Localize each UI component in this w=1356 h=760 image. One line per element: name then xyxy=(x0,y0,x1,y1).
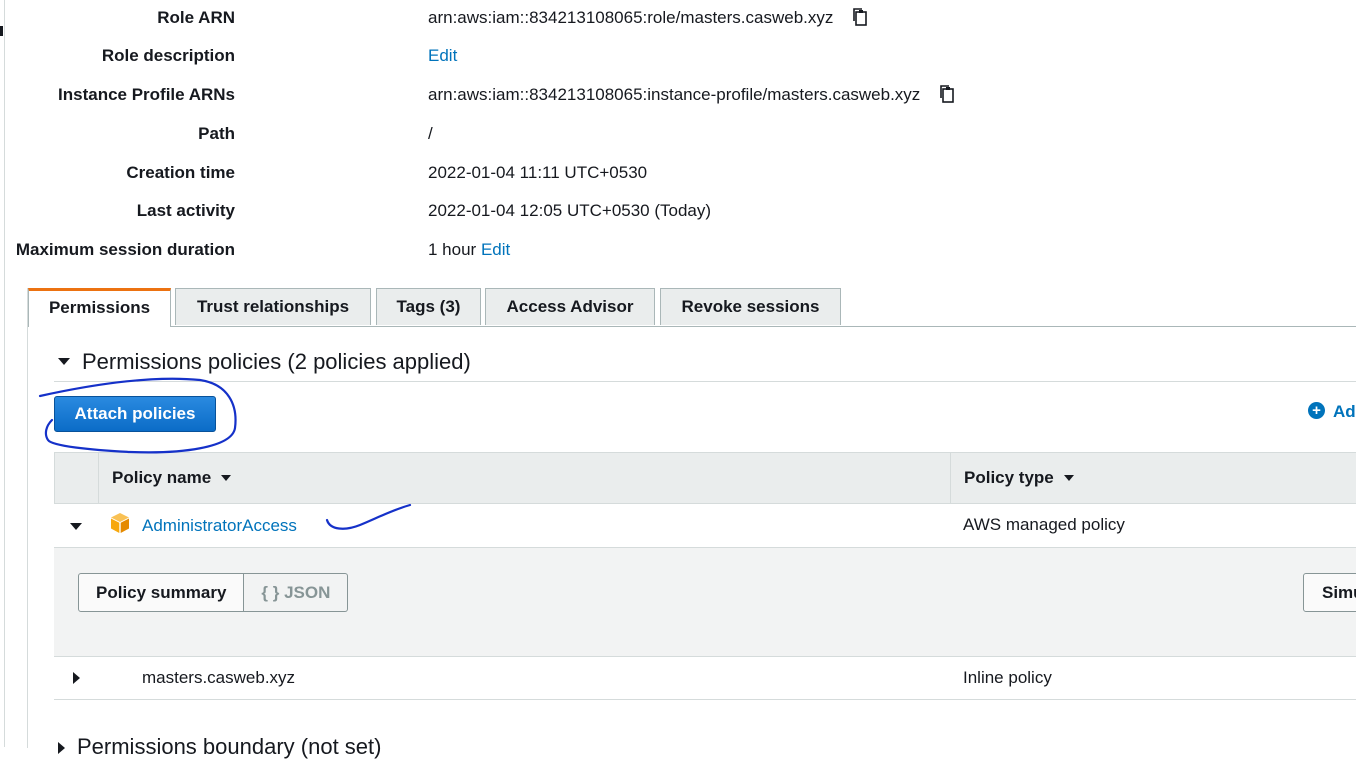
caret-right-icon xyxy=(58,742,65,754)
policy-detail-panel: Policy summary { } JSON Simu xyxy=(54,548,1356,657)
creation-time-label: Creation time xyxy=(126,163,235,182)
tab-bar: Permissions Trust relationships Tags (3)… xyxy=(28,288,1356,327)
copy-icon[interactable] xyxy=(850,7,870,27)
policy-name: masters.casweb.xyz xyxy=(142,668,296,687)
path-label: Path xyxy=(198,124,235,143)
max-session-text: 1 hour xyxy=(428,240,477,259)
sort-caret-icon xyxy=(1063,474,1074,481)
plus-circle-icon: + xyxy=(1308,402,1325,420)
column-header-policy-name[interactable]: Policy name xyxy=(112,453,232,503)
last-activity-label: Last activity xyxy=(136,201,235,220)
role-arn-value: arn:aws:iam::834213108065:role/masters.c… xyxy=(428,6,870,30)
section-divider xyxy=(54,381,1356,382)
caret-down-icon xyxy=(58,357,70,365)
role-description-label: Role description xyxy=(101,46,235,65)
role-arn-text: arn:aws:iam::834213108065:role/masters.c… xyxy=(428,8,834,27)
column-header-policy-type[interactable]: Policy type xyxy=(964,453,1074,503)
role-arn-label: Role ARN xyxy=(157,8,235,27)
path-value: / xyxy=(428,124,433,143)
row-role-description: Role description Edit xyxy=(0,44,1200,68)
add-inline-policy-label: Ad xyxy=(1333,402,1356,421)
row-creation-time: Creation time 2022-01-04 11:11 UTC+0530 xyxy=(0,161,1200,185)
instance-profile-value: arn:aws:iam::834213108065:instance-profi… xyxy=(428,83,957,107)
row-expander[interactable] xyxy=(54,669,98,689)
tab-access-advisor[interactable]: Access Advisor xyxy=(485,288,655,325)
permissions-policies-title: Permissions policies (2 policies applied… xyxy=(82,349,471,374)
table-header: Policy name Policy type xyxy=(54,452,1356,504)
row-max-session: Maximum session duration 1 hour Edit xyxy=(0,238,1200,262)
caret-right-icon xyxy=(72,672,80,684)
table-row: masters.casweb.xyz Inline policy xyxy=(54,657,1356,700)
add-inline-policy-link[interactable]: + Ad xyxy=(1308,402,1356,422)
max-session-label: Maximum session duration xyxy=(15,240,235,259)
json-button[interactable]: { } JSON xyxy=(244,573,349,612)
row-role-arn: Role ARN arn:aws:iam::834213108065:role/… xyxy=(0,6,1200,30)
creation-time-value: 2022-01-04 11:11 UTC+0530 xyxy=(428,163,648,182)
permissions-policies-header[interactable]: Permissions policies (2 policies applied… xyxy=(58,348,471,376)
tab-trust-relationships[interactable]: Trust relationships xyxy=(175,288,371,325)
last-activity-value: 2022-01-04 12:05 UTC+0530 (Today) xyxy=(428,201,712,220)
max-session-value: 1 hour Edit xyxy=(428,238,510,262)
row-last-activity: Last activity 2022-01-04 12:05 UTC+0530 … xyxy=(0,199,1200,223)
tab-revoke-sessions[interactable]: Revoke sessions xyxy=(660,288,841,325)
row-path: Path / xyxy=(0,122,1200,146)
policy-type: AWS managed policy xyxy=(963,515,1125,534)
simulate-policy-button[interactable]: Simu xyxy=(1303,573,1356,612)
left-border xyxy=(0,0,5,747)
column-policy-type-label: Policy type xyxy=(964,468,1054,487)
copy-icon[interactable] xyxy=(937,84,957,104)
policy-link[interactable]: AdministratorAccess xyxy=(142,514,297,538)
max-session-edit-link[interactable]: Edit xyxy=(481,240,510,259)
sort-caret-icon xyxy=(221,474,232,481)
row-instance-profile: Instance Profile ARNs arn:aws:iam::83421… xyxy=(0,83,1200,107)
permissions-boundary-header[interactable]: Permissions boundary (not set) xyxy=(58,734,381,760)
policy-type: Inline policy xyxy=(963,668,1052,687)
row-expander[interactable] xyxy=(54,516,98,536)
column-divider xyxy=(98,453,99,503)
column-policy-name-label: Policy name xyxy=(112,468,212,487)
view-toggle: Policy summary { } JSON xyxy=(78,573,349,612)
role-description-edit-link[interactable]: Edit xyxy=(428,44,457,68)
instance-profile-label: Instance Profile ARNs xyxy=(58,85,235,104)
column-divider xyxy=(950,453,951,503)
attach-policies-button[interactable]: Attach policies xyxy=(54,396,216,432)
policy-summary-button[interactable]: Policy summary xyxy=(78,573,245,612)
tab-permissions[interactable]: Permissions xyxy=(28,288,171,327)
table-row: AdministratorAccess AWS managed policy xyxy=(54,504,1356,548)
tab-tags[interactable]: Tags (3) xyxy=(376,288,481,325)
tabs-panel: Permissions Trust relationships Tags (3)… xyxy=(27,288,1356,759)
aws-cube-icon xyxy=(109,512,131,541)
caret-down-icon xyxy=(70,523,82,531)
instance-profile-text: arn:aws:iam::834213108065:instance-profi… xyxy=(428,85,921,104)
